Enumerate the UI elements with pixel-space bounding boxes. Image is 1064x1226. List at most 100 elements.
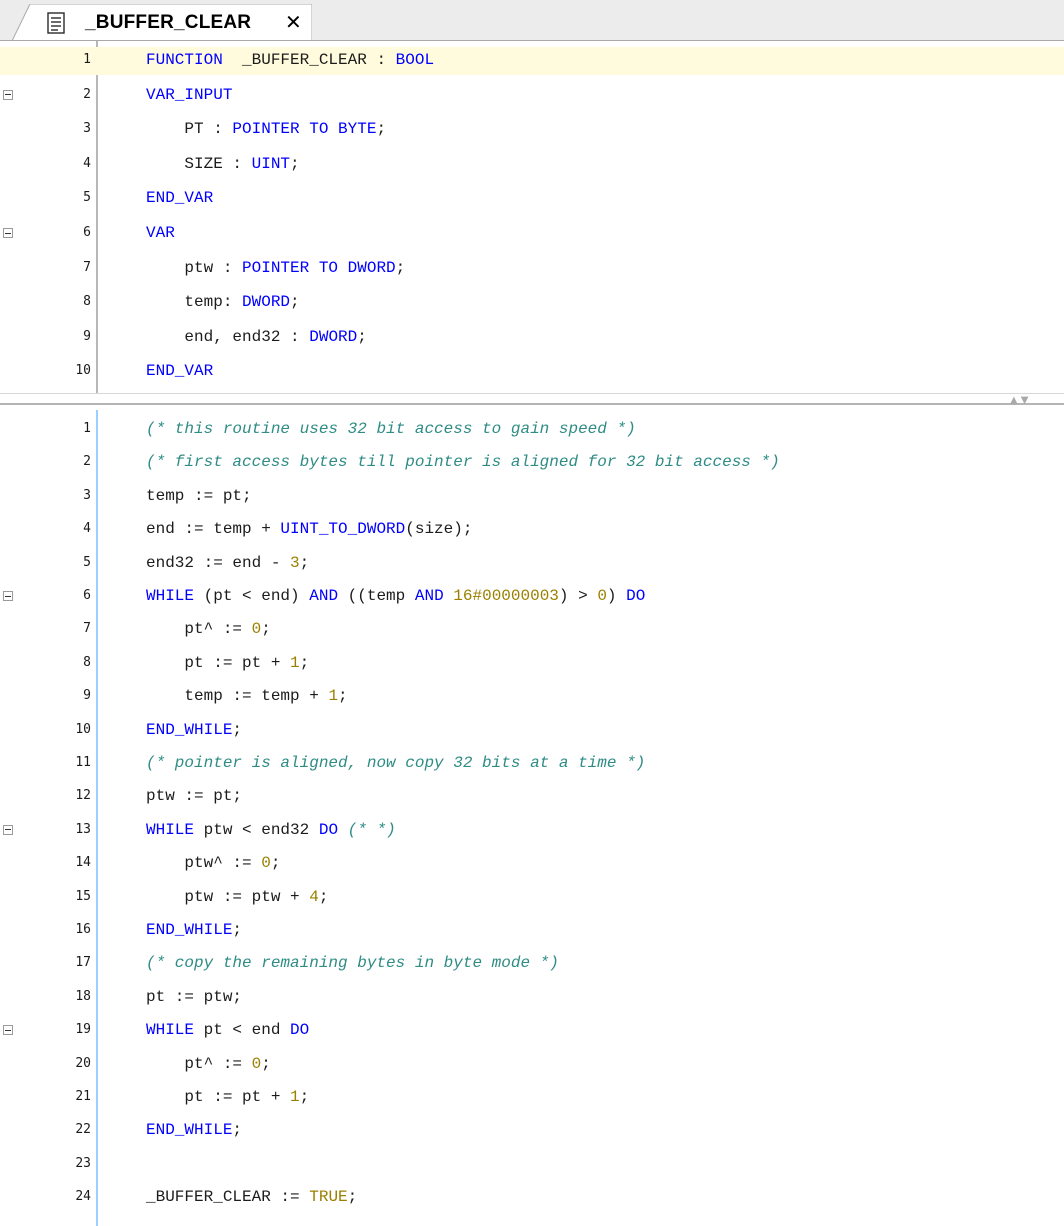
keyword-token: WHILE [146,1021,195,1040]
code-line[interactable]: 11 (* pointer is aligned, now copy 32 bit… [0,750,1064,778]
line-number: 10 [75,363,91,379]
code-token: end32 := end - [146,553,291,572]
splitter-bar [0,403,1064,405]
code-text: _BUFFER_CLEAR := TRUE; [146,1187,357,1207]
code-line[interactable]: 1 (* this routine uses 32 bit access to g… [0,416,1064,444]
code-line[interactable]: 22 END_WHILE; [0,1117,1064,1145]
declaration-editor[interactable]: 1 FUNCTION _BUFFER_CLEAR : BOOL 2 VAR_INPUT… [0,41,1064,397]
line-number: 21 [75,1089,91,1104]
code-line[interactable]: 15 ptw := ptw + 4; [0,884,1064,912]
code-line[interactable]: 9 end, end32 : DWORD; [0,324,1064,352]
line-number: 15 [75,888,91,904]
code-text: FUNCTION _BUFFER_CLEAR : BOOL [146,50,434,70]
code-line[interactable]: 24 _BUFFER_CLEAR := TRUE; [0,1184,1064,1212]
code-text: ptw^ := 0; [146,853,280,873]
code-line[interactable]: 6 WHILE (pt < end) AND ((temp AND 16#0000… [0,583,1064,611]
line-number: 14 [75,855,91,871]
collapse-icon[interactable] [3,228,13,238]
code-text: VAR_INPUT [146,85,232,105]
line-number: 16 [75,922,91,937]
code-token: ; [347,1188,358,1207]
line-number: 22 [75,1122,91,1138]
line-number: 8 [83,294,91,310]
code-text: end := temp + UINT_TO_DWORD(size); [146,519,472,539]
code-line[interactable]: 10 END_VAR [0,358,1064,386]
code-token: ((temp [338,587,415,605]
close-icon[interactable]: ✕ [285,11,302,33]
code-text: end, end32 : DWORD; [146,327,366,347]
code-line[interactable]: 20 pt^ := 0; [0,1051,1064,1079]
keyword-token: FUNCTION [146,51,223,69]
code-token: PT : [146,120,233,139]
tab-buffer-clear[interactable]: _BUFFER_CLEAR ✕ [12,4,312,41]
code-line[interactable]: 19 WHILE pt < end DO [0,1017,1064,1045]
code-token: _BUFFER_CLEAR := [146,1188,310,1207]
keyword-token: UINT [251,154,291,173]
code-line[interactable]: 10 END_WHILE; [0,717,1064,745]
code-token: ptw := ptw + [146,887,310,906]
code-token: ) > [558,587,598,605]
code-line[interactable]: 13 WHILE ptw < end32 DO (* *) [0,817,1064,845]
code-line[interactable]: 7 ptw : POINTER TO DWORD; [0,255,1064,283]
keyword-token: DO [318,820,339,839]
code-line[interactable]: 3 temp := pt; [0,483,1064,511]
code-token: ; [299,1088,310,1106]
code-line[interactable]: 17 (* copy the remaining bytes in byte mo… [0,950,1064,978]
code-line[interactable]: 4 SIZE : UINT; [0,151,1064,179]
code-line[interactable]: 9 temp := temp + 1; [0,683,1064,711]
collapse-icon[interactable] [3,824,13,835]
collapse-icon[interactable] [3,1025,13,1036]
code-text: temp: DWORD; [146,292,300,312]
line-number: 4 [83,155,91,171]
code-token: pt < end [194,1021,291,1040]
code-line[interactable]: 2 VAR_INPUT [0,82,1064,110]
code-token: SIZE : [146,154,252,173]
keyword-token: DWORD [242,293,291,312]
line-number: 11 [75,755,91,770]
comment-token: (* first access bytes till pointer is al… [146,453,780,472]
code-line[interactable]: 2 (* first access bytes till pointer is a… [0,449,1064,477]
line-number: 19 [75,1022,91,1038]
code-line[interactable]: 3 PT : POINTER TO BYTE; [0,116,1064,144]
line-number: 23 [75,1155,91,1171]
code-line[interactable]: 8 temp: DWORD; [0,289,1064,317]
code-text: pt^ := 0; [146,1054,270,1074]
collapse-icon[interactable] [3,89,13,100]
code-line[interactable]: 18 pt := ptw; [0,984,1064,1012]
keyword-token: WHILE [146,820,195,839]
code-line[interactable]: 14 ptw^ := 0; [0,850,1064,878]
pane-splitter[interactable]: ▲▼ [0,395,1064,410]
code-token: ; [290,293,300,312]
keyword-token: AND [309,587,339,605]
code-text: END_WHILE; [146,720,242,740]
code-line[interactable]: 7 pt^ := 0; [0,616,1064,644]
code-token: ; [338,687,348,706]
keyword-token: END_WHILE [146,720,233,739]
code-line[interactable]: 5 END_VAR [0,185,1064,213]
keyword-token: BOOL [395,51,435,69]
literal-token: 0 [251,1054,262,1073]
line-number: 1 [83,421,91,436]
code-line[interactable]: 21 pt := pt + 1; [0,1084,1064,1112]
code-line[interactable]: 23 [0,1151,1064,1179]
code-token: ; [299,653,310,672]
line-number: 6 [83,225,91,240]
code-line[interactable]: 8 pt := pt + 1; [0,650,1064,678]
code-line[interactable]: 16 END_WHILE; [0,917,1064,945]
splitter-arrows-icon[interactable]: ▲▼ [1010,395,1031,406]
literal-token: 3 [290,553,300,572]
code-line[interactable]: 6 VAR [0,220,1064,248]
line-number: 2 [83,454,91,470]
code-line[interactable]: 5 end32 := end - 3; [0,550,1064,578]
comment-token: (* copy the remaining bytes in byte mode… [146,954,559,973]
code-line[interactable]: 1 FUNCTION _BUFFER_CLEAR : BOOL [0,47,1064,75]
keyword-token: VAR_INPUT [146,85,233,104]
code-line[interactable]: 12 ptw := pt; [0,783,1064,811]
implementation-editor[interactable]: 1 (* this routine uses 32 bit access to g… [0,410,1064,1226]
code-token: ; [270,854,281,873]
code-line[interactable]: 4 end := temp + UINT_TO_DWORD(size); [0,516,1064,544]
code-token: ; [232,921,243,939]
code-text: SIZE : UINT; [146,154,299,174]
code-text: END_WHILE; [146,1120,242,1140]
collapse-icon[interactable] [3,591,13,601]
